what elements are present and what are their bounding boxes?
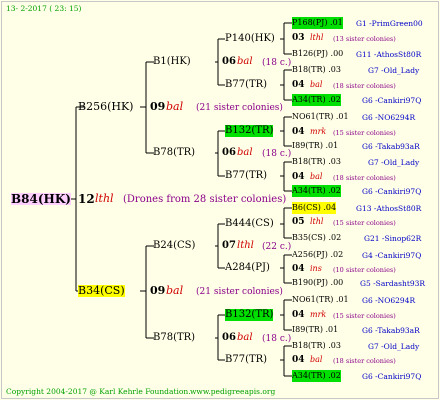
gen4-breeder: G6 -Takab93aR	[362, 326, 420, 335]
gen2-queen[interactable]: B78(TR)	[153, 332, 195, 344]
gen4-breeder: G11 -AthosSt80R	[356, 50, 422, 59]
gen4-drone-suffix: mrk	[310, 310, 327, 319]
gen3-queen[interactable]: B77(TR)	[225, 170, 267, 182]
gen2-year-num: 06	[222, 56, 236, 67]
report-date: 13- 2-2017 ( 23: 15)	[6, 4, 82, 13]
gen3-queen[interactable]: P140(HK)	[225, 33, 275, 45]
gen4-queen[interactable]: B35(CS) .02	[292, 232, 341, 244]
gen4-breeder: G13 -AthosSt80R	[356, 204, 422, 213]
gen4-sisters: (15 sister colonies)	[333, 219, 396, 227]
gen3-queen[interactable]: B132(TR)	[225, 309, 274, 321]
gen2-year-suffix: bal	[237, 56, 253, 67]
gen3-queen[interactable]: B77(TR)	[225, 354, 267, 366]
root-queen[interactable]: B84(HK)	[11, 193, 71, 205]
gen4-queen[interactable]: I89(TR) .01	[292, 140, 338, 152]
root-year-suffix: lthl	[95, 192, 114, 205]
gen4-breeder: G6 -NO6294R	[362, 296, 416, 305]
gen4-sisters: (18 sister colonies)	[333, 82, 396, 90]
root-drone-note: (Drones from 28 sister colonies)	[123, 194, 287, 205]
gen4-sisters: (18 sister colonies)	[333, 357, 396, 365]
gen1-year-num: 09	[150, 100, 166, 113]
root-year-num: 12	[78, 192, 95, 206]
gen4-breeder: G7 -Old_Lady	[368, 342, 420, 351]
gen4-breeder: G6 -Cankiri97Q	[362, 372, 422, 381]
gen2-sisters: (18 c.)	[262, 334, 292, 344]
gen4-drone-suffix: ins	[310, 264, 322, 273]
gen4-breeder: G6 -NO6294R	[362, 113, 416, 122]
gen4-queen[interactable]: NO61(TR) .01	[292, 294, 349, 306]
gen4-queen[interactable]: B18(TR) .03	[292, 156, 341, 168]
gen4-drone-year: 04	[292, 264, 305, 274]
gen1-sisters: (21 sister colonies)	[196, 287, 283, 297]
gen4-sisters: (18 sister colonies)	[333, 174, 396, 182]
gen4-drone-year: 04	[292, 355, 305, 365]
gen2-year-suffix: bal	[237, 332, 253, 343]
gen4-queen[interactable]: A34(TR) .02	[292, 185, 341, 197]
gen4-drone-suffix: mrk	[310, 127, 327, 136]
gen4-queen[interactable]: B18(TR) .03	[292, 340, 341, 352]
gen2-sisters: (22 c.)	[262, 242, 292, 252]
gen4-breeder: G21 -Sinop62R	[364, 234, 422, 243]
gen4-queen[interactable]: P168(PJ) .01	[292, 17, 343, 29]
gen4-queen[interactable]: NO61(TR) .01	[292, 111, 349, 123]
gen4-queen[interactable]: A34(TR) .02	[292, 370, 341, 382]
gen4-drone-suffix: lthl	[310, 217, 324, 226]
gen1-queen[interactable]: B256(HK)	[78, 101, 133, 113]
gen3-queen[interactable]: A284(PJ)	[225, 262, 270, 274]
gen2-year-num: 06	[222, 332, 236, 343]
gen3-queen[interactable]: B444(CS)	[225, 218, 274, 230]
gen2-queen[interactable]: B78(TR)	[153, 147, 195, 159]
gen1-year-suffix: bal	[166, 100, 184, 113]
gen2-year-num: 07	[222, 240, 236, 251]
gen4-breeder: G4 -Cankiri97Q	[362, 251, 422, 260]
gen4-drone-suffix: bal	[310, 355, 323, 364]
gen1-year-suffix: bal	[166, 284, 184, 297]
gen4-queen[interactable]: A34(TR) .02	[292, 94, 341, 106]
gen2-sisters: (18 c.)	[262, 149, 292, 159]
gen4-breeder: G5 -Sardasht93R	[360, 279, 426, 288]
gen1-sisters: (21 sister colonies)	[196, 103, 283, 113]
gen1-year-num: 09	[150, 284, 166, 297]
gen2-year-suffix: bal	[237, 147, 253, 158]
gen1-queen[interactable]: B34(CS)	[78, 285, 125, 297]
gen4-drone-year: 04	[292, 172, 305, 182]
gen4-drone-year: 03	[292, 33, 305, 43]
copyright-text: Copyright 2004-2017 @ Karl Kehrle Founda…	[6, 387, 191, 396]
gen4-drone-suffix: lthl	[310, 33, 324, 42]
gen4-sisters: (15 sister colonies)	[333, 312, 396, 320]
gen4-breeder: G6 -Cankiri97Q	[362, 187, 422, 196]
gen4-queen[interactable]: B190(PJ) .00	[292, 277, 343, 289]
gen4-sisters: (10 sister colonies)	[333, 266, 396, 274]
gen4-breeder: G1 -PrimGreen00	[356, 19, 423, 28]
gen4-breeder: G7 -Old_Lady	[368, 66, 420, 75]
gen4-drone-suffix: bal	[310, 172, 323, 181]
gen2-queen[interactable]: B1(HK)	[153, 56, 191, 68]
gen4-drone-year: 04	[292, 80, 305, 90]
gen4-drone-year: 05	[292, 217, 305, 227]
gen4-queen[interactable]: B18(TR) .03	[292, 64, 341, 76]
gen4-breeder: G6 -Cankiri97Q	[362, 96, 422, 105]
gen3-queen[interactable]: B132(TR)	[225, 125, 274, 137]
gen4-breeder: G7 -Old_Lady	[368, 158, 420, 167]
gen2-queen[interactable]: B24(CS)	[153, 240, 195, 252]
gen3-queen[interactable]: B77(TR)	[225, 79, 267, 91]
gen4-drone-year: 04	[292, 310, 305, 320]
gen4-sisters: (13 sister colonies)	[333, 35, 396, 43]
gen4-drone-suffix: bal	[310, 80, 323, 89]
gen2-year-num: 06	[222, 147, 236, 158]
gen4-breeder: G6 -Takab93aR	[362, 142, 420, 151]
gen4-queen[interactable]: A256(PJ) .02	[292, 249, 343, 261]
gen4-queen[interactable]: B6(CS) .04	[292, 202, 337, 214]
gen4-sisters: (15 sister colonies)	[333, 129, 396, 137]
gen4-queen[interactable]: I89(TR) .01	[292, 324, 338, 336]
gen2-sisters: (18 c.)	[262, 58, 292, 68]
gen4-queen[interactable]: B126(PJ) .00	[292, 48, 343, 60]
gen4-drone-year: 04	[292, 127, 305, 137]
website-link[interactable]: www.pedigreeapis.org	[190, 386, 275, 398]
gen2-year-suffix: lthl	[237, 240, 254, 251]
